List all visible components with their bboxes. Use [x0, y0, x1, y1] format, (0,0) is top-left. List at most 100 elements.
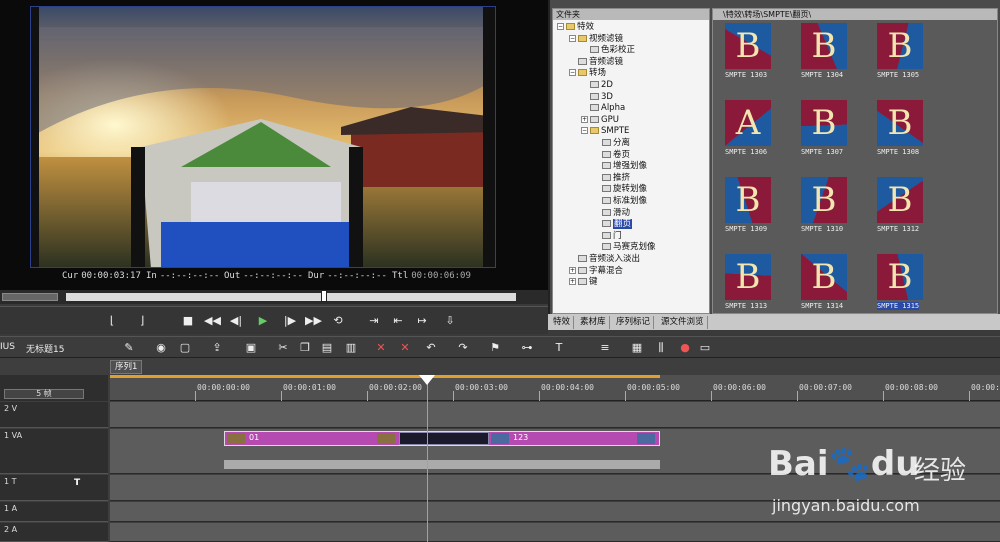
tree-item[interactable]: 标准划像: [593, 196, 647, 207]
jog-slider[interactable]: [2, 293, 58, 301]
timeline-playhead[interactable]: [427, 375, 428, 542]
delete-icon[interactable]: ✕: [374, 341, 388, 355]
ripple-delete-icon[interactable]: ✕: [398, 341, 412, 355]
transition-thumb[interactable]: B: [877, 254, 923, 300]
expand-toggle-icon[interactable]: −: [557, 23, 564, 30]
save-icon[interactable]: ▣: [244, 341, 258, 355]
transition-block[interactable]: [399, 432, 489, 445]
link-icon[interactable]: ⊶: [520, 341, 534, 355]
tree-item[interactable]: 分离: [593, 138, 630, 149]
tree-item[interactable]: 推挤: [593, 173, 630, 184]
redo-icon[interactable]: ↷: [456, 341, 470, 355]
tree-item[interactable]: 旋转划像: [593, 184, 647, 195]
insert-icon[interactable]: ⇥: [366, 313, 382, 329]
open-icon[interactable]: ⇪: [210, 341, 224, 355]
expand-toggle-icon[interactable]: [569, 58, 576, 65]
audio-mixer-icon[interactable]: ⫼: [654, 341, 668, 355]
tree-item[interactable]: 滑动: [593, 208, 630, 219]
transition-thumb[interactable]: B: [725, 177, 771, 223]
title-icon[interactable]: T: [552, 341, 566, 355]
expand-toggle-icon[interactable]: +: [569, 278, 576, 286]
sequence-tab[interactable]: 序列1: [110, 360, 143, 374]
expand-toggle-icon[interactable]: [593, 174, 600, 181]
transition-thumb[interactable]: B: [801, 177, 847, 223]
expand-toggle-icon[interactable]: [593, 162, 600, 169]
tree-item[interactable]: + 字幕混合: [569, 266, 623, 277]
expand-toggle-icon[interactable]: −: [581, 127, 588, 135]
copy-icon[interactable]: ❐: [298, 341, 312, 355]
playhead-handle[interactable]: [419, 375, 435, 385]
tree-item[interactable]: 音频淡入淡出: [569, 254, 640, 265]
tree-item[interactable]: 2D: [581, 80, 613, 91]
mark-out-icon[interactable]: ⌋: [134, 313, 150, 329]
transition-thumb[interactable]: A: [725, 100, 771, 146]
tree-item[interactable]: 门: [593, 231, 622, 242]
mixer-icon[interactable]: ≡: [598, 341, 612, 355]
tree-item[interactable]: − 转场: [569, 68, 606, 79]
step-back-icon[interactable]: ◀|: [228, 313, 244, 329]
play-icon[interactable]: ▶: [255, 313, 271, 329]
transition-thumb[interactable]: B: [725, 254, 771, 300]
expand-toggle-icon[interactable]: [581, 104, 588, 111]
tree-item[interactable]: 音频滤镜: [569, 57, 623, 68]
step-forward-icon[interactable]: |▶: [282, 313, 298, 329]
tree-item[interactable]: 3D: [581, 92, 613, 103]
tree-item[interactable]: 增强划像: [593, 161, 647, 172]
tree-item[interactable]: 卷页: [593, 150, 630, 161]
expand-toggle-icon[interactable]: [593, 232, 600, 239]
zoom-select[interactable]: 5 帧: [4, 389, 84, 399]
mode-icon[interactable]: ✎: [122, 341, 136, 355]
transition-thumb[interactable]: B: [877, 177, 923, 223]
scrub-playhead[interactable]: [321, 290, 327, 302]
audio-clip-bar[interactable]: [224, 460, 660, 469]
loop-icon[interactable]: ⟲: [330, 313, 346, 329]
tree-item[interactable]: − 视频滤镜: [569, 34, 623, 45]
transition-thumb[interactable]: B: [725, 23, 771, 69]
panel-tab[interactable]: 素材库: [577, 316, 610, 329]
transition-thumb[interactable]: B: [801, 100, 847, 146]
undo-icon[interactable]: ↶: [424, 341, 438, 355]
transition-thumb[interactable]: B: [877, 100, 923, 146]
tree-item[interactable]: Alpha: [581, 103, 625, 114]
grid-icon[interactable]: ▦: [630, 341, 644, 355]
marker-icon[interactable]: ⚑: [488, 341, 502, 355]
scrub-track[interactable]: [66, 293, 516, 301]
preview-scrubber[interactable]: [0, 290, 548, 304]
overwrite-icon[interactable]: ⇤: [390, 313, 406, 329]
transition-thumb[interactable]: B: [801, 254, 847, 300]
tree-item[interactable]: 翻页: [593, 219, 633, 230]
tree-item[interactable]: − 特效: [557, 22, 594, 33]
tree-item[interactable]: + 键: [569, 277, 598, 288]
panel-tab[interactable]: 特效: [550, 316, 575, 329]
expand-toggle-icon[interactable]: −: [569, 69, 576, 77]
paste-special-icon[interactable]: ▥: [344, 341, 358, 355]
paste-icon[interactable]: ▤: [320, 341, 334, 355]
rewind-icon[interactable]: ◀◀: [204, 313, 221, 329]
expand-toggle-icon[interactable]: [593, 243, 600, 250]
fast-forward-icon[interactable]: ▶▶: [305, 313, 322, 329]
trim-icon[interactable]: ↦: [414, 313, 430, 329]
stop-icon[interactable]: ■: [180, 313, 196, 329]
expand-toggle-icon[interactable]: +: [569, 266, 576, 274]
tree-item[interactable]: 色彩校正: [581, 45, 635, 56]
expand-toggle-icon[interactable]: +: [581, 115, 588, 123]
transition-thumb[interactable]: B: [877, 23, 923, 69]
capture-icon[interactable]: ◉: [154, 341, 168, 355]
mark-in-icon[interactable]: ⌊: [104, 313, 120, 329]
record-icon[interactable]: ●: [678, 341, 692, 355]
time-ruler[interactable]: 00:00:00:00 00:00:01:00 00:00:02:00 00:00:0…: [110, 375, 1000, 401]
panel-tab[interactable]: 序列标记: [613, 316, 655, 329]
tree-item[interactable]: + GPU: [581, 115, 619, 126]
expand-toggle-icon[interactable]: [593, 139, 600, 146]
expand-toggle-icon[interactable]: [593, 220, 600, 227]
tree-item[interactable]: 马赛克划像: [593, 242, 656, 253]
expand-toggle-icon[interactable]: [593, 209, 600, 216]
expand-toggle-icon[interactable]: [581, 93, 588, 100]
expand-toggle-icon[interactable]: [593, 197, 600, 204]
expand-toggle-icon[interactable]: [581, 81, 588, 88]
expand-toggle-icon[interactable]: [569, 255, 576, 262]
expand-toggle-icon[interactable]: [593, 151, 600, 158]
expand-toggle-icon[interactable]: [593, 185, 600, 192]
track-2v[interactable]: [110, 402, 1000, 428]
video-clip[interactable]: 01 123: [224, 431, 660, 446]
